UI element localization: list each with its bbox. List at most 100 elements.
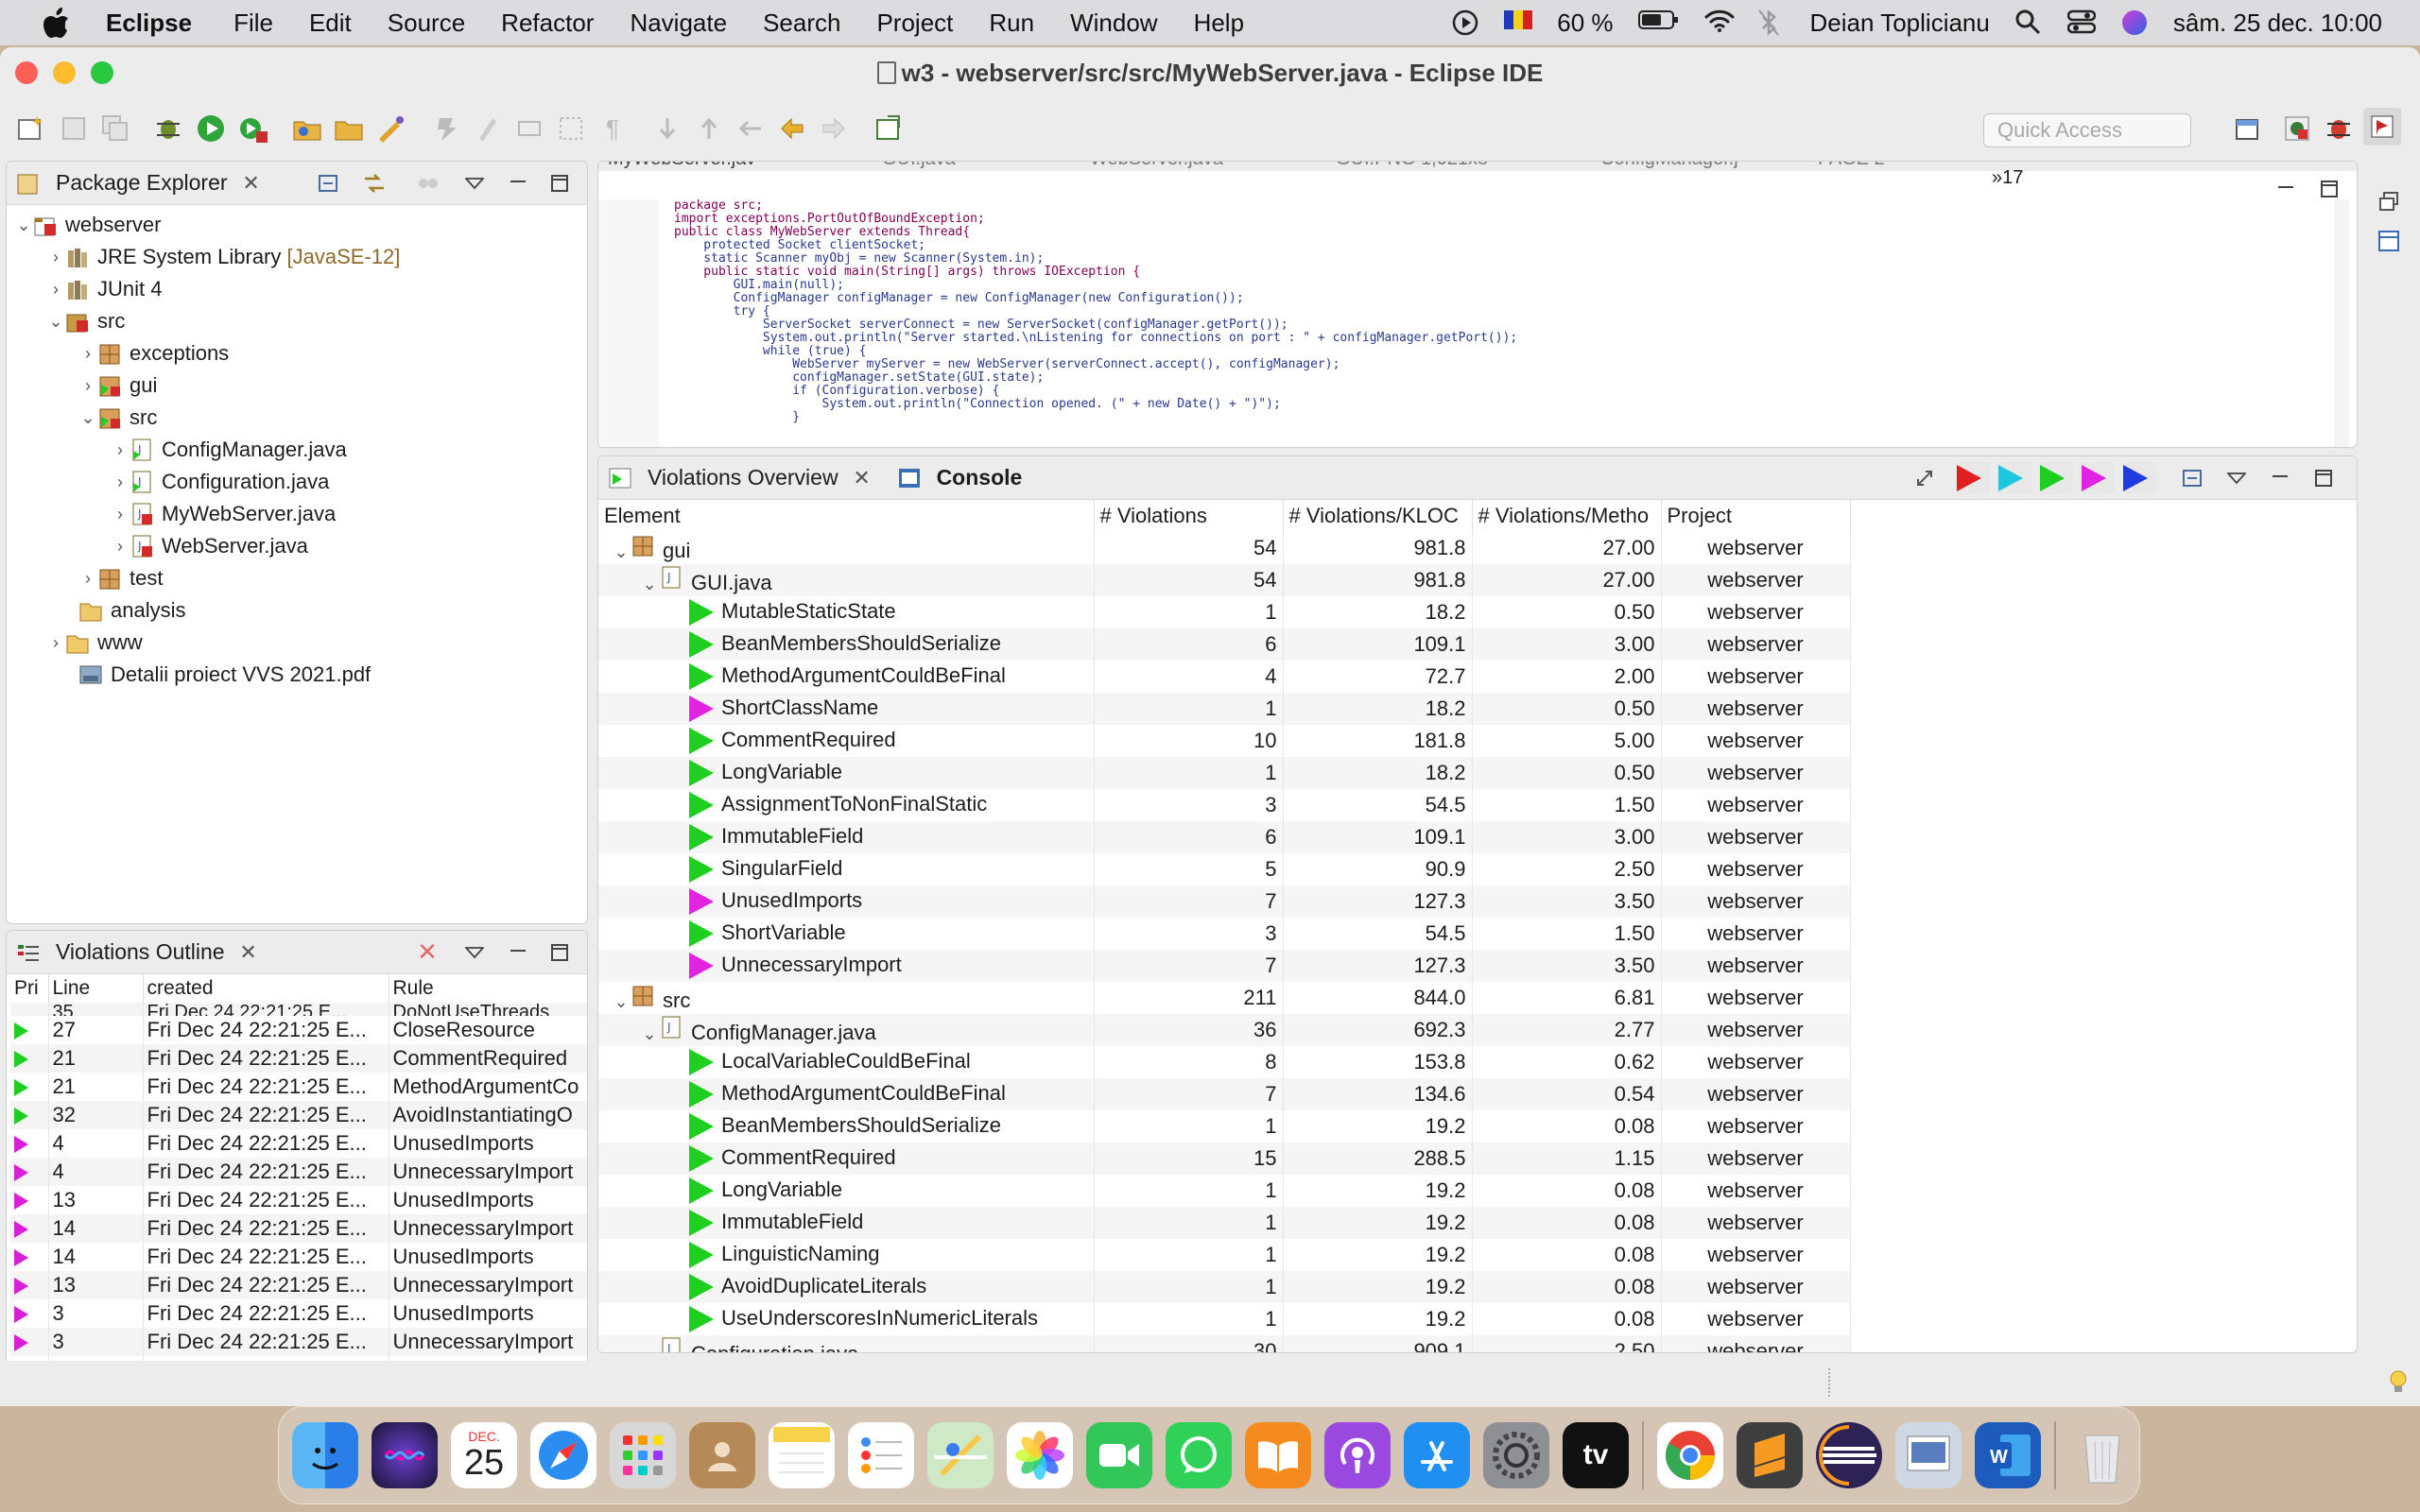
wifi-icon[interactable] xyxy=(1704,9,1735,37)
tree-item-test[interactable]: › test xyxy=(7,562,587,594)
code-area[interactable]: package src; import exceptions.PortOutOfB… xyxy=(598,199,2357,447)
editor-tab-mywebserver[interactable]: MyWebServer.jav xyxy=(608,162,755,170)
romania-flag-icon[interactable] xyxy=(1504,9,1533,37)
run-icon[interactable] xyxy=(193,110,231,147)
tree-item-configuration[interactable]: › J Configuration.java xyxy=(7,466,587,498)
chrome-icon[interactable] xyxy=(1657,1422,1723,1488)
table-row[interactable]: AvoidDuplicateLiterals 1 19.2 0.08 webserver xyxy=(598,1271,1851,1303)
expand-icon[interactable] xyxy=(1910,464,1939,492)
previous-annotation-icon[interactable] xyxy=(690,110,728,147)
minimize-view-icon[interactable] xyxy=(2266,464,2294,492)
last-edit-icon[interactable] xyxy=(732,110,769,147)
open-task-icon[interactable] xyxy=(331,110,369,147)
system-preferences-icon[interactable] xyxy=(1483,1422,1549,1488)
editor-tab-gui[interactable]: GUI.java xyxy=(882,162,956,170)
chevron-down-icon[interactable]: ⌄ xyxy=(640,575,659,594)
user-name[interactable]: Deian Toplicianu xyxy=(1810,9,1990,38)
toggle-mark-icon[interactable] xyxy=(469,110,507,147)
preview-icon[interactable] xyxy=(1895,1422,1962,1488)
table-row[interactable]: BeanMembersShouldSerialize 6 109.1 3.00 webs… xyxy=(598,628,1851,661)
safari-icon[interactable] xyxy=(530,1422,596,1488)
table-row[interactable]: 4 Fri Dec 24 22:21:25 E... UnusedImports xyxy=(10,1129,587,1158)
table-row[interactable]: MethodArgumentCouldBeFinal 4 72.7 2.00 webse… xyxy=(598,661,1851,693)
table-row[interactable]: 21 Fri Dec 24 22:21:25 E... CommentRequire… xyxy=(10,1044,587,1073)
calendar-icon[interactable]: DEC. 25 xyxy=(451,1422,517,1488)
pin-editor-icon[interactable] xyxy=(870,110,908,147)
debug-icon[interactable] xyxy=(151,110,189,147)
annotation-icon[interactable] xyxy=(427,110,465,147)
back-icon[interactable] xyxy=(773,110,811,147)
chevron-right-icon[interactable]: › xyxy=(46,280,65,299)
apple-tv-icon[interactable]: tv xyxy=(1563,1422,1629,1488)
table-row[interactable]: LongVariable 1 18.2 0.50 webserver xyxy=(598,757,1851,789)
minimize-view-icon[interactable] xyxy=(504,169,532,198)
priority-filter-magenta-button[interactable] xyxy=(2081,462,2115,494)
table-row[interactable]: AssignmentToNonFinalStatic 3 54.5 1.50 webse… xyxy=(598,789,1851,821)
table-row[interactable]: LinguisticNaming 1 19.2 0.08 webserver xyxy=(598,1239,1851,1271)
table-row-partial[interactable]: 35 Fri Dec 24 22:21:25 E... DoNotUseThre… xyxy=(10,1003,587,1016)
sublime-text-icon[interactable] xyxy=(1737,1422,1803,1488)
table-row[interactable]: ImmutableField 1 19.2 0.08 webserver xyxy=(598,1207,1851,1239)
table-row[interactable]: 21 Fri Dec 24 22:21:25 E... MethodArgument… xyxy=(10,1073,587,1101)
photos-icon[interactable] xyxy=(1007,1422,1073,1488)
maps-icon[interactable] xyxy=(927,1422,994,1488)
priority-filter-blue-button[interactable] xyxy=(2122,462,2156,494)
table-row[interactable]: LongVariable 1 19.2 0.08 webserver xyxy=(598,1175,1851,1207)
chevron-down-icon[interactable]: ⌄ xyxy=(612,992,631,1012)
tree-item-www[interactable]: › www xyxy=(7,627,587,659)
siri-app-icon[interactable] xyxy=(372,1422,438,1488)
table-row[interactable]: BeanMembersShouldSerialize 1 19.2 0.08 webse… xyxy=(598,1110,1851,1143)
save-all-icon[interactable] xyxy=(96,110,134,147)
apple-icon[interactable] xyxy=(40,6,74,40)
table-row[interactable]: 13 Fri Dec 24 22:21:25 E... UnusedImports xyxy=(10,1186,587,1214)
restore-icon[interactable] xyxy=(2375,187,2403,215)
outline-view-icon[interactable] xyxy=(2375,227,2403,255)
table-row[interactable]: CommentRequired 10 181.8 5.00 webserver xyxy=(598,725,1851,757)
menu-run[interactable]: Run xyxy=(989,9,1034,38)
view-menu-icon[interactable] xyxy=(2222,464,2251,492)
maximize-view-icon[interactable] xyxy=(545,938,574,967)
table-row[interactable]: ⌄ J Configuration.java 30909.12.50webserver xyxy=(598,1335,1851,1352)
app-menu-eclipse[interactable]: Eclipse xyxy=(106,9,192,38)
table-row[interactable]: ⌄ gui 54 981.8 27.00 webserver xyxy=(598,532,1851,564)
priority-filter-green-button[interactable] xyxy=(2039,462,2073,494)
column-header-priority[interactable]: Pri xyxy=(10,974,49,1003)
column-header-violations-kloc[interactable]: # Violations/KLOC xyxy=(1283,500,1473,532)
new-icon[interactable] xyxy=(13,110,51,147)
chevron-right-icon[interactable]: › xyxy=(46,633,65,652)
table-row[interactable]: 4 Fri Dec 24 22:21:25 E... UnnecessaryImpo… xyxy=(10,1158,587,1186)
next-annotation-icon[interactable] xyxy=(648,110,686,147)
table-row[interactable]: MutableStaticState 1 18.2 0.50 webserver xyxy=(598,596,1851,628)
table-row[interactable]: ShortClassName 1 18.2 0.50 webserver xyxy=(598,693,1851,725)
chevron-down-icon[interactable]: ⌄ xyxy=(14,215,33,234)
word-icon[interactable]: W xyxy=(1975,1422,2041,1488)
close-window-button[interactable] xyxy=(15,61,38,84)
table-row[interactable]: UnnecessaryImport 7 127.3 3.50 webserver xyxy=(598,950,1851,982)
remove-violation-icon[interactable]: ✕ xyxy=(413,937,441,967)
chevron-down-icon[interactable]: ⌄ xyxy=(78,408,97,427)
chevron-down-icon[interactable]: ⌄ xyxy=(46,312,65,331)
bluetooth-icon[interactable] xyxy=(1757,9,1786,37)
collapse-all-icon[interactable] xyxy=(2179,464,2207,492)
menu-window[interactable]: Window xyxy=(1070,9,1157,38)
table-row[interactable]: LocalVariableCouldBeFinal 8 153.8 0.62 webse… xyxy=(598,1046,1851,1078)
trash-icon[interactable] xyxy=(2069,1422,2135,1488)
zoom-window-button[interactable] xyxy=(91,61,113,84)
tree-item-jre-system-library[interactable]: › JRE System Library [JavaSE-12] xyxy=(7,241,587,273)
editor-tab-page2[interactable]: PAGE 2 xyxy=(1818,162,1885,170)
tree-item-junit4[interactable]: › JUnit 4 xyxy=(7,273,587,305)
chevron-down-icon[interactable]: ⌄ xyxy=(612,542,631,562)
column-header-project[interactable]: Project xyxy=(1661,500,1851,532)
table-row[interactable]: ⌄ J ConfigManager.java 36 692.3 2.77 webserver xyxy=(598,1014,1851,1046)
column-header-rule[interactable]: Rule xyxy=(389,974,587,1003)
finder-icon[interactable] xyxy=(292,1422,358,1488)
notes-icon[interactable] xyxy=(769,1422,835,1488)
table-row[interactable]: 13 Fri Dec 24 22:21:25 E... UnnecessaryImp… xyxy=(10,1271,587,1299)
debug-perspective-icon[interactable] xyxy=(2320,110,2358,147)
table-row[interactable]: ShortVariable 3 54.5 1.50 webserver xyxy=(598,918,1851,950)
open-type-icon[interactable] xyxy=(289,110,327,147)
tree-item-analysis[interactable]: analysis xyxy=(7,594,587,627)
show-whitespace-icon[interactable]: ¶ xyxy=(594,110,631,147)
close-tab-icon[interactable]: ✕ xyxy=(848,464,876,492)
facetime-icon[interactable] xyxy=(1086,1422,1152,1488)
